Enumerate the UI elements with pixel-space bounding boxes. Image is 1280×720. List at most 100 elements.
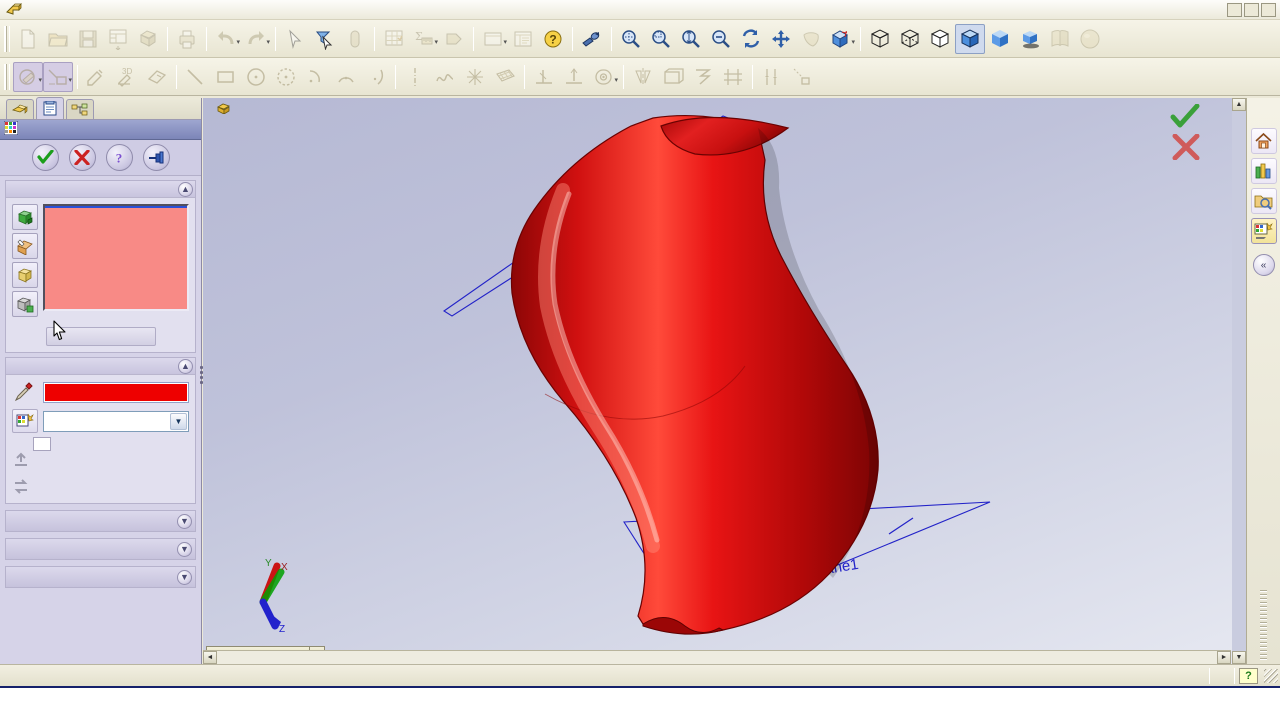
chevron-down-icon[interactable]: ▼: [170, 412, 187, 430]
section-book-icon[interactable]: [1045, 24, 1075, 54]
filter-pointer-icon[interactable]: [310, 24, 340, 54]
redo-dropdown-caret[interactable]: ▾: [266, 38, 270, 46]
favorite-section-header[interactable]: ▲: [6, 358, 195, 375]
help-button[interactable]: ?: [105, 144, 133, 171]
sketch-picture-grid-icon[interactable]: [490, 62, 520, 92]
toolbar-grip[interactable]: [4, 25, 10, 52]
menu-item-view[interactable]: [59, 7, 73, 12]
graphics-viewport[interactable]: Plane2 Plane1: [203, 98, 1246, 664]
expand-optical-properties-icon[interactable]: ▼: [177, 541, 192, 557]
extend-entities-icon[interactable]: [559, 62, 589, 92]
resize-grip-icon[interactable]: [1264, 668, 1278, 683]
circle-icon[interactable]: [241, 62, 271, 92]
realview-sphere-icon[interactable]: [1075, 24, 1105, 54]
expand-configurations-icon[interactable]: ▼: [177, 569, 192, 585]
display-delete-relations-icon[interactable]: [718, 62, 748, 92]
three-d-sketch-icon[interactable]: 3D: [112, 62, 142, 92]
sw-resources-home-icon[interactable]: [1250, 128, 1277, 154]
save-favorite-icon[interactable]: [12, 452, 30, 470]
hidden-lines-visible-cube-icon[interactable]: [895, 24, 925, 54]
menu-item-file[interactable]: [31, 7, 45, 12]
select-features-icon[interactable]: [12, 233, 38, 259]
scroll-down-icon[interactable]: ▼: [1232, 651, 1246, 664]
help-question-icon[interactable]: ?: [538, 24, 568, 54]
sketch-pencil-icon[interactable]: ▾: [13, 61, 43, 92]
options-window-icon[interactable]: [508, 24, 538, 54]
smart-dimension-icon[interactable]: ▾: [43, 61, 73, 92]
three-d-drawing-view-icon[interactable]: [796, 24, 826, 54]
dimension-dropdown-caret[interactable]: ▾: [68, 76, 72, 84]
vertical-scrollbar[interactable]: ▲ ▼: [1232, 98, 1246, 664]
zoom-to-fit-icon[interactable]: [616, 24, 646, 54]
restore-button[interactable]: [1244, 2, 1259, 17]
undo-dropdown-caret[interactable]: ▾: [236, 38, 240, 46]
color-palette-grid[interactable]: [33, 437, 51, 451]
select-bodies-icon[interactable]: [12, 262, 38, 288]
shaded-with-edges-cube-icon[interactable]: [955, 23, 985, 54]
sketch-dropdown-caret[interactable]: ▾: [38, 76, 42, 84]
collapse-favorite-icon[interactable]: ▲: [178, 358, 193, 374]
task-pane-grip[interactable]: [1260, 590, 1267, 660]
confirm-cancel-icon[interactable]: [1172, 133, 1200, 163]
optical-properties-section[interactable]: ▼: [5, 538, 196, 560]
double-chevron-left-icon[interactable]: «: [1252, 254, 1275, 276]
view-orientation-dropdown-caret[interactable]: ▾: [851, 38, 855, 46]
mirror-entities-icon[interactable]: [628, 62, 658, 92]
zoom-in-out-icon[interactable]: [676, 24, 706, 54]
close-button[interactable]: [1261, 2, 1276, 17]
horizontal-scrollbar[interactable]: ◄ ►: [203, 650, 1231, 664]
new-document-icon[interactable]: [13, 24, 43, 54]
point-icon[interactable]: [460, 62, 490, 92]
section-view-cut-icon[interactable]: [439, 24, 469, 54]
three-point-arc-icon[interactable]: [361, 62, 391, 92]
shaded-cube-icon[interactable]: [985, 24, 1015, 54]
measure-sigma-icon[interactable]: Σ ▾: [409, 24, 439, 54]
color-properties-section[interactable]: ▼: [5, 510, 196, 532]
select-part-icon[interactable]: [12, 291, 38, 317]
centerline-icon[interactable]: [400, 62, 430, 92]
menu-item-window[interactable]: [101, 7, 115, 12]
menu-item-insert[interactable]: [73, 7, 87, 12]
selection-list[interactable]: [43, 204, 189, 311]
print-icon[interactable]: [172, 24, 202, 54]
file-explorer-icon[interactable]: [1250, 188, 1277, 214]
spline-icon[interactable]: [430, 62, 460, 92]
zoom-to-area-icon[interactable]: [646, 24, 676, 54]
move-entities-icon[interactable]: [688, 62, 718, 92]
hscroll-track[interactable]: [217, 651, 1217, 664]
perimeter-circle-icon[interactable]: [271, 62, 301, 92]
menu-item-edit[interactable]: [45, 7, 59, 12]
pin-button[interactable]: [142, 144, 170, 171]
quick-snaps-icon[interactable]: [787, 62, 817, 92]
palette-edit-icon[interactable]: [12, 409, 38, 433]
menu-item-help[interactable]: [115, 7, 129, 12]
ok-button[interactable]: [31, 144, 59, 171]
shadows-in-shaded-mode-icon[interactable]: [1015, 24, 1045, 54]
make-drawing-from-part-icon[interactable]: [103, 24, 133, 54]
eyedropper-icon[interactable]: [12, 380, 38, 404]
model-canvas[interactable]: Plane2 Plane1: [203, 98, 1246, 664]
linear-sketch-pattern-icon[interactable]: [658, 62, 688, 92]
edit-sketch-icon[interactable]: [82, 62, 112, 92]
offset-dropdown-caret[interactable]: ▾: [614, 76, 618, 84]
save-icon[interactable]: [73, 24, 103, 54]
wireframe-cube-icon[interactable]: [865, 24, 895, 54]
rectangle-icon[interactable]: [211, 62, 241, 92]
rotate-view-icon[interactable]: [736, 24, 766, 54]
view-orientation-cube-icon[interactable]: ▾: [826, 24, 856, 54]
configuration-manager-tab[interactable]: [66, 99, 94, 119]
previous-view-icon[interactable]: [577, 24, 607, 54]
configurations-section[interactable]: ▼: [5, 566, 196, 588]
make-assembly-from-part-icon[interactable]: [133, 24, 163, 54]
line-icon[interactable]: [181, 62, 211, 92]
collapse-selection-icon[interactable]: ▲: [178, 181, 193, 197]
trim-entities-icon[interactable]: [529, 62, 559, 92]
redo-arrow-icon[interactable]: ▾: [241, 24, 271, 54]
sketch-plane-icon[interactable]: [142, 62, 172, 92]
load-favorite-icon[interactable]: [12, 479, 30, 497]
sheet-properties-icon[interactable]: ▾: [478, 24, 508, 54]
offset-entities-icon[interactable]: ▾: [589, 62, 619, 92]
scroll-left-icon[interactable]: ◄: [203, 651, 217, 664]
minimize-button[interactable]: [1227, 2, 1242, 17]
design-library-icon[interactable]: [1250, 158, 1277, 184]
